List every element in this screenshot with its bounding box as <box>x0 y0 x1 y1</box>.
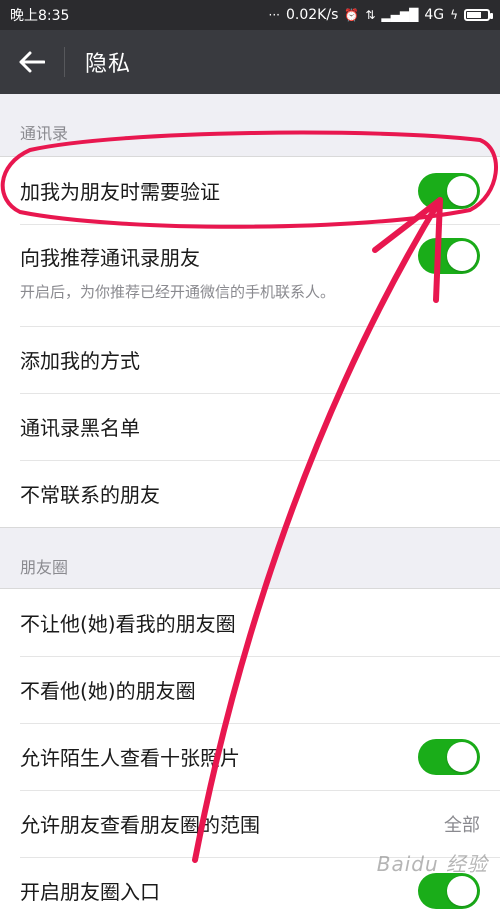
signal-dots-icon: ··· <box>268 8 280 22</box>
row-add-me-methods[interactable]: 添加我的方式 <box>0 326 500 393</box>
row-require-verification[interactable]: 加我为朋友时需要验证 <box>0 157 500 224</box>
back-arrow-icon <box>19 51 45 73</box>
row-label: 允许陌生人查看十张照片 <box>20 746 240 770</box>
stranger-view-photos-toggle[interactable] <box>418 738 480 775</box>
row-label: 不常联系的朋友 <box>20 483 160 507</box>
row-contacts-blacklist[interactable]: 通讯录黑名单 <box>0 393 500 460</box>
contacts-list: 加我为朋友时需要验证 向我推荐通讯录朋友 开启后，为你推荐已经开通微信的手机联系… <box>0 156 500 528</box>
enable-moments-entry-toggle[interactable] <box>418 872 480 909</box>
alarm-clock-icon: ⏰ <box>344 8 360 22</box>
row-moments-visible-range[interactable]: 允许朋友查看朋友圈的范围 全部 <box>0 790 500 857</box>
visible-range-value: 全部 <box>444 814 480 836</box>
row-label: 允许朋友查看朋友圈的范围 <box>20 813 260 837</box>
section-header-contacts: 通讯录 <box>20 124 69 143</box>
row-label: 通讯录黑名单 <box>20 416 140 440</box>
row-hide-my-moments[interactable]: 不让他(她)看我的朋友圈 <box>0 589 500 656</box>
row-label: 开启朋友圈入口 <box>20 880 160 904</box>
network-speed: 0.02K/s <box>286 7 339 23</box>
section-header-moments: 朋友圈 <box>20 558 69 577</box>
row-label: 不看他(她)的朋友圈 <box>20 679 196 703</box>
recommend-contacts-toggle[interactable] <box>418 238 480 274</box>
row-label: 向我推荐通讯录朋友 <box>20 246 200 270</box>
row-label: 加我为朋友时需要验证 <box>20 180 220 204</box>
status-time: 晚上8:35 <box>10 8 70 24</box>
row-recommend-contacts[interactable]: 向我推荐通讯录朋友 开启后，为你推荐已经开通微信的手机联系人。 <box>0 224 500 326</box>
page-title: 隐私 <box>85 52 132 77</box>
row-infrequent-contacts[interactable]: 不常联系的朋友 <box>0 460 500 527</box>
title-bar: 隐私 <box>0 30 500 94</box>
signal-strength-icon: ▂▄▆█ <box>381 8 419 22</box>
row-hide-their-moments[interactable]: 不看他(她)的朋友圈 <box>0 656 500 723</box>
require-verification-toggle[interactable] <box>418 172 480 209</box>
charging-icon: ϟ <box>450 8 458 22</box>
title-divider <box>64 47 65 77</box>
baidu-watermark: Baidu 经验 <box>376 852 488 876</box>
network-type: 4G <box>424 7 445 23</box>
row-stranger-view-photos[interactable]: 允许陌生人查看十张照片 <box>0 723 500 790</box>
back-button[interactable] <box>0 30 64 94</box>
row-label: 不让他(她)看我的朋友圈 <box>20 612 236 636</box>
row-label: 添加我的方式 <box>20 349 140 373</box>
data-transfer-icon: ⇅ <box>365 8 376 22</box>
battery-icon <box>464 9 493 21</box>
row-description: 开启后，为你推荐已经开通微信的手机联系人。 <box>20 283 336 301</box>
status-bar: 晚上8:35 ··· 0.02K/s ⏰ ⇅ ▂▄▆█ 4G ϟ <box>0 0 500 30</box>
